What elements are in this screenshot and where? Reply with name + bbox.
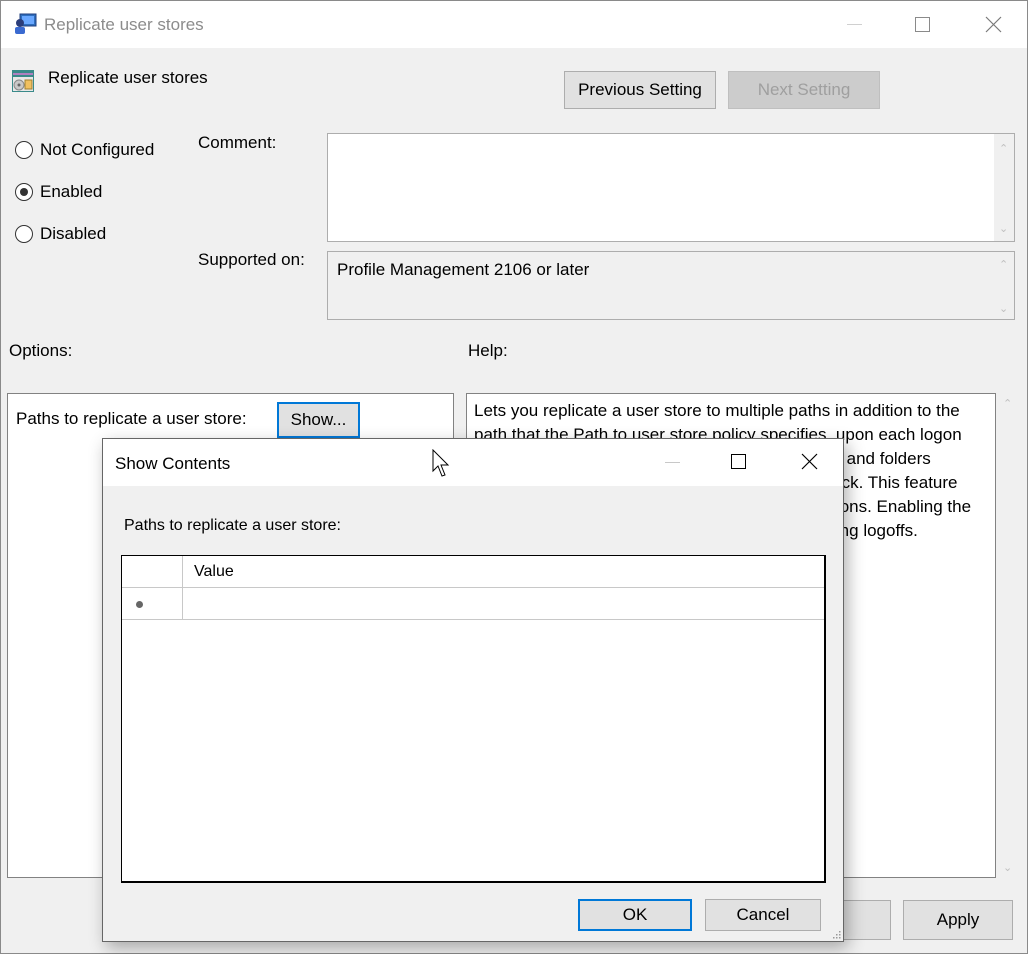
maximize-button[interactable] bbox=[889, 1, 959, 48]
dialog-minimize-icon[interactable] bbox=[665, 462, 680, 463]
previous-setting-button[interactable]: Previous Setting bbox=[564, 71, 716, 109]
dialog-cancel-button[interactable]: Cancel bbox=[705, 899, 821, 931]
minimize-button[interactable] bbox=[819, 1, 889, 48]
radio-label: Not Configured bbox=[40, 140, 155, 159]
dialog-title-bar[interactable]: Show Contents bbox=[103, 439, 843, 486]
window-title: Replicate user stores bbox=[44, 15, 204, 34]
radio-disabled[interactable]: Disabled bbox=[15, 223, 106, 245]
show-contents-dialog: Show Contents Paths to replicate a user … bbox=[102, 438, 844, 942]
comment-scrollbar[interactable]: ⌃ ⌄ bbox=[994, 134, 1014, 241]
new-row-header[interactable] bbox=[122, 588, 183, 619]
supported-on-field: Profile Management 2106 or later ⌃ ⌄ bbox=[327, 251, 1015, 320]
grid-new-row[interactable] bbox=[122, 588, 824, 620]
radio-label: Enabled bbox=[40, 182, 103, 201]
scroll-down-icon[interactable]: ⌄ bbox=[999, 222, 1008, 235]
dialog-maximize-icon[interactable] bbox=[731, 454, 746, 469]
help-label: Help: bbox=[468, 341, 508, 360]
resize-grip-icon[interactable] bbox=[831, 929, 841, 939]
dialog-paths-label: Paths to replicate a user store: bbox=[124, 517, 341, 534]
supported-on-label: Supported on: bbox=[198, 250, 305, 269]
policy-setting-icon bbox=[12, 70, 34, 92]
grid-header-row: Value bbox=[122, 556, 824, 588]
radio-circle-selected bbox=[15, 183, 33, 201]
scroll-up-icon[interactable]: ⌃ bbox=[1003, 397, 1012, 410]
radio-circle bbox=[15, 225, 33, 243]
radio-enabled[interactable]: Enabled bbox=[15, 181, 102, 203]
new-row-asterisk-icon bbox=[136, 601, 143, 608]
supported-scrollbar[interactable]: ⌃ ⌄ bbox=[994, 252, 1014, 319]
values-grid[interactable]: Value bbox=[121, 555, 826, 883]
mouse-cursor-icon bbox=[432, 449, 450, 477]
radio-label: Disabled bbox=[40, 224, 107, 243]
maximize-icon bbox=[915, 17, 930, 32]
title-bar[interactable]: Replicate user stores bbox=[1, 1, 1027, 48]
column-header-value[interactable]: Value bbox=[184, 556, 824, 587]
minimize-icon bbox=[847, 24, 862, 25]
scroll-up-icon[interactable]: ⌃ bbox=[999, 258, 1008, 271]
supported-on-value: Profile Management 2106 or later bbox=[337, 260, 590, 279]
scroll-down-icon[interactable]: ⌄ bbox=[1003, 861, 1012, 874]
setting-title: Replicate user stores bbox=[48, 68, 208, 87]
radio-circle bbox=[15, 141, 33, 159]
dialog-title: Show Contents bbox=[115, 454, 231, 473]
help-scrollbar[interactable]: ⌃ ⌄ bbox=[998, 393, 1020, 878]
dialog-ok-button[interactable]: OK bbox=[578, 899, 692, 931]
comment-label: Comment: bbox=[198, 133, 277, 152]
next-setting-button[interactable]: Next Setting bbox=[728, 71, 880, 109]
apply-button[interactable]: Apply bbox=[903, 900, 1013, 940]
close-icon bbox=[985, 16, 1002, 33]
new-row-value-cell[interactable] bbox=[184, 588, 824, 619]
row-header-corner bbox=[122, 556, 183, 587]
scroll-up-icon[interactable]: ⌃ bbox=[999, 142, 1008, 155]
options-label: Options: bbox=[9, 341, 73, 360]
scroll-down-icon[interactable]: ⌄ bbox=[999, 302, 1008, 315]
comment-textarea[interactable]: ⌃ ⌄ bbox=[327, 133, 1015, 242]
radio-not-configured[interactable]: Not Configured bbox=[15, 139, 154, 161]
dialog-close-icon[interactable] bbox=[801, 453, 818, 470]
close-button[interactable] bbox=[959, 1, 1028, 48]
policy-computer-icon bbox=[15, 13, 37, 34]
show-button[interactable]: Show... bbox=[277, 402, 360, 438]
paths-label: Paths to replicate a user store: bbox=[16, 409, 247, 428]
